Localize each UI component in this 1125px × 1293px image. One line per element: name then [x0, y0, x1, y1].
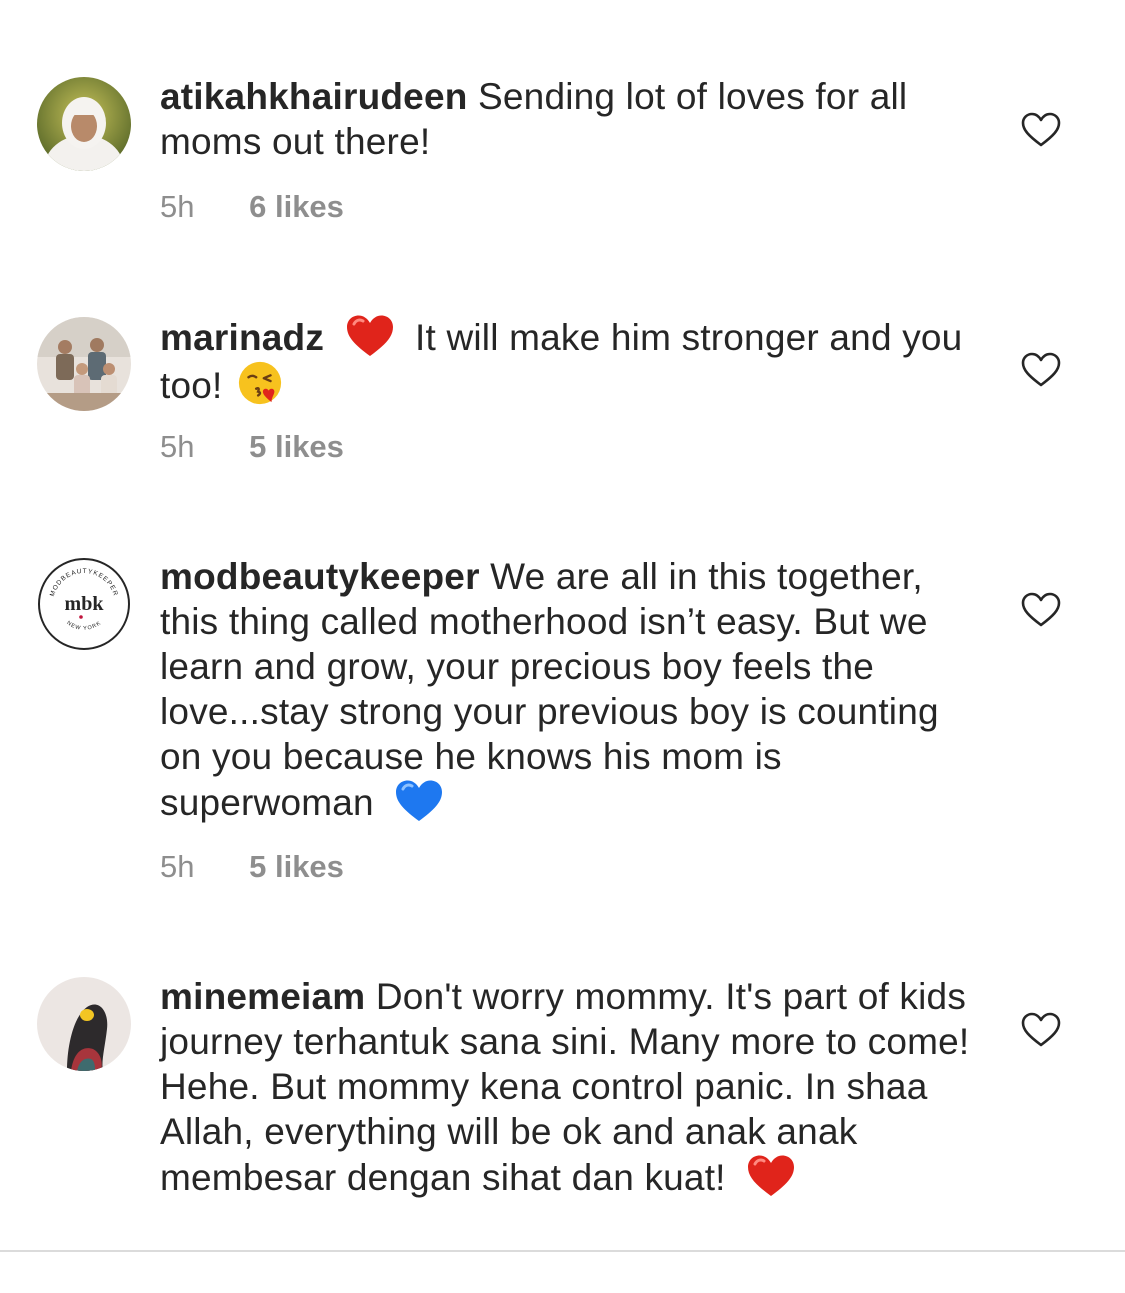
like-heart-icon[interactable]: [1021, 112, 1061, 148]
like-heart-icon[interactable]: [1021, 592, 1061, 628]
comment-likes-count[interactable]: 6 likes: [249, 189, 344, 225]
comment-username[interactable]: modbeautykeeper: [160, 556, 480, 597]
divider: [0, 1250, 1125, 1252]
like-heart-icon[interactable]: [1021, 352, 1061, 388]
comment-likes-count[interactable]: 5 likes: [249, 429, 344, 465]
comment-timestamp: 5h: [160, 429, 195, 464]
comment-username[interactable]: minemeiam: [160, 976, 365, 1017]
face-blowing-kiss-emoji: [237, 360, 283, 406]
blue-heart-emoji: [394, 779, 444, 823]
like-heart-icon[interactable]: [1021, 1012, 1061, 1048]
avatar[interactable]: [37, 317, 131, 411]
comment-username[interactable]: atikahkhairudeen: [160, 76, 468, 117]
comment-likes-count[interactable]: 5 likes: [249, 849, 344, 885]
comment-timestamp: 5h: [160, 849, 195, 884]
comments-list: atikahkhairudeen Sending lot of loves fo…: [0, 0, 1125, 1293]
avatar-logo-text: mbk: [65, 593, 105, 615]
avatar[interactable]: MODBEAUTYKEEPER NEW YORK mbk: [37, 557, 131, 651]
red-heart-emoji: [746, 1154, 796, 1198]
comment-timestamp: 5h: [160, 189, 195, 224]
avatar[interactable]: [37, 977, 131, 1071]
red-heart-emoji: [345, 314, 395, 358]
avatar[interactable]: [37, 77, 131, 171]
comment-username[interactable]: marinadz: [160, 317, 324, 358]
